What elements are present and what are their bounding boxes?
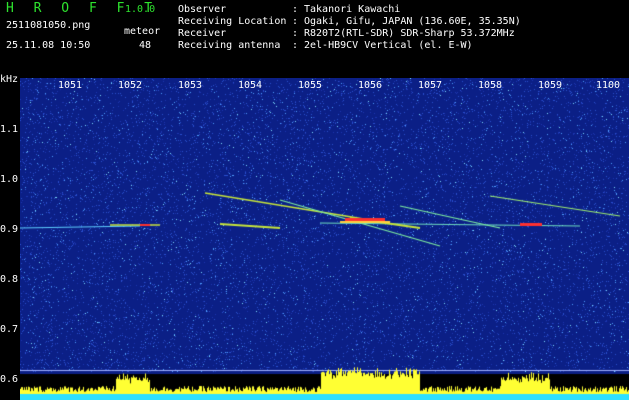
location-key: Receiving Location (178, 16, 287, 27)
y-tick-0.9: 0.9 (0, 224, 19, 235)
observer-key: Observer (178, 4, 227, 15)
file-name: 2511081050.png (6, 20, 91, 31)
timestamp: 25.11.08 10:50 (6, 40, 91, 51)
x-tick-1054: 1054 (238, 80, 263, 91)
y-tick-0.6: 0.6 (0, 374, 19, 385)
x-tick-1053: 1053 (178, 80, 203, 91)
location-value: Ogaki, Gifu, JAPAN (136.60E, 35.35N) (304, 16, 521, 27)
x-tick-1055: 1055 (298, 80, 323, 91)
y-tick-1.1: 1.1 (0, 124, 19, 135)
app-version: 1.0.0 (125, 4, 156, 15)
receiver-sep: : (292, 28, 299, 39)
spectrogram-panel (20, 78, 629, 400)
meteor-label: meteor (124, 26, 161, 37)
meteor-count: 48 (139, 40, 152, 51)
observer-value: Takanori Kawachi (304, 4, 401, 15)
header: H R O F F T 1.0.0 2511081050.png meteor … (0, 0, 629, 78)
antenna-value: 2el-HB9CV Vertical (el. E-W) (304, 40, 473, 51)
x-tick-1058: 1058 (478, 80, 503, 91)
y-tick-0.8: 0.8 (0, 274, 19, 285)
location-sep: : (292, 16, 299, 27)
y-tick-1.0: 1.0 (0, 174, 19, 185)
x-tick-1057: 1057 (418, 80, 443, 91)
receiver-key: Receiver (178, 28, 227, 39)
receiver-value: R820T2(RTL-SDR) SDR-Sharp 53.372MHz (304, 28, 515, 39)
y-axis-unit: kHz (0, 74, 19, 85)
antenna-sep: : (292, 40, 299, 51)
y-tick-0.7: 0.7 (0, 324, 19, 335)
x-tick-1059: 1059 (538, 80, 563, 91)
x-tick-1100: 1100 (596, 80, 621, 91)
spectrogram-image (20, 78, 629, 400)
x-tick-1051: 1051 (58, 80, 83, 91)
x-tick-1056: 1056 (358, 80, 383, 91)
x-tick-1052: 1052 (118, 80, 143, 91)
antenna-key: Receiving antenna (178, 40, 281, 51)
observer-sep: : (292, 4, 299, 15)
